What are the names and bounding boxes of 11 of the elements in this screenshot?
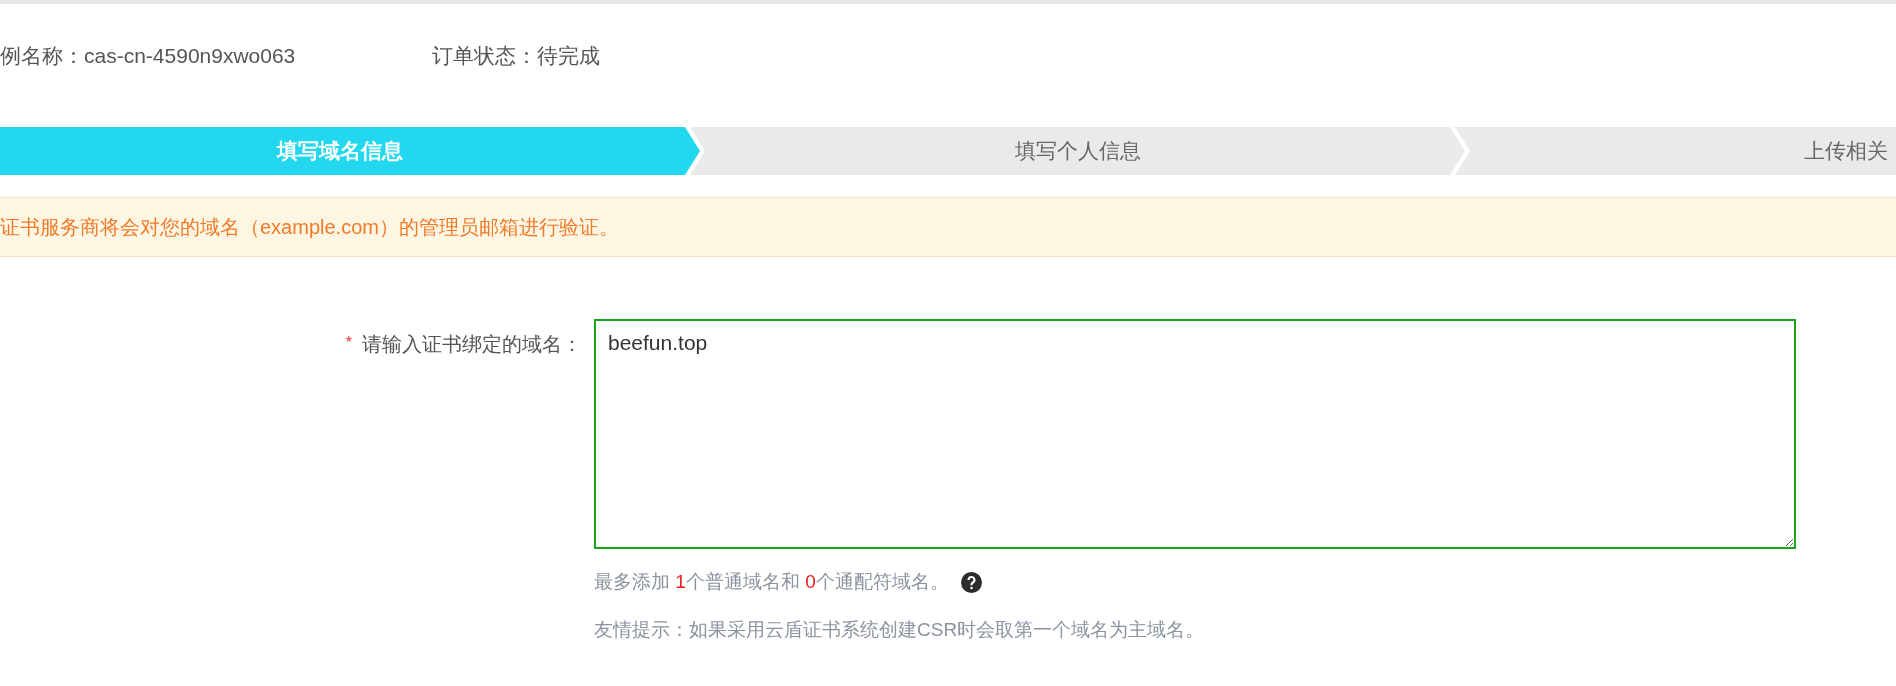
step-tab[interactable]: 填写个人信息 <box>690 127 1465 175</box>
field-label: 请输入证书绑定的域名： <box>362 332 582 357</box>
step-tab[interactable]: 上传相关 <box>1455 127 1896 175</box>
info-text: 订单状态：待完成 <box>432 43 600 69</box>
limit-hint: 最多添加 1个普通域名和 0个通配符域名。 <box>594 570 949 594</box>
domain-textarea[interactable]: beefun.top <box>594 319 1796 549</box>
help-icon[interactable] <box>960 571 982 593</box>
required-mark: * <box>345 333 352 352</box>
warning-alert: 证书服务商将会对您的域名（example.com）的管理员邮箱进行验证。 <box>0 197 1896 257</box>
tip-text: 友情提示：如果采用云盾证书系统创建CSR时会取第一个域名为主域名。 <box>594 618 1206 642</box>
info-text: 例名称：cas-cn-4590n9xwo063 <box>0 43 297 69</box>
